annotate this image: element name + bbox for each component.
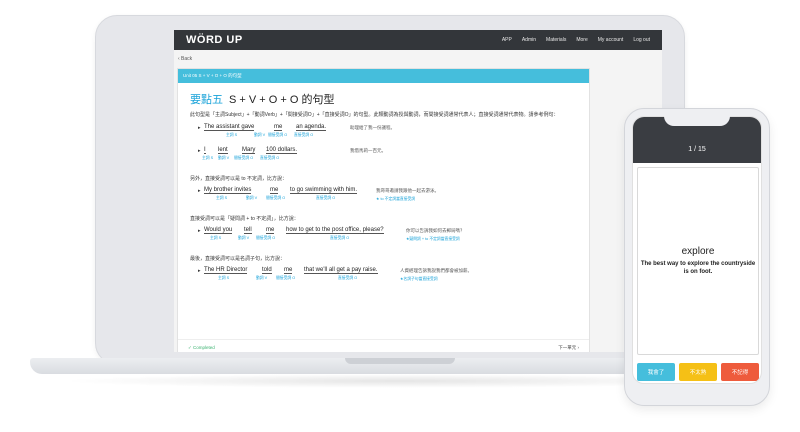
grammar-label: 直接受詞 O xyxy=(330,236,350,240)
know-button[interactable]: 我會了 xyxy=(637,363,675,381)
translation: 人資經理告訴我說我們都會被加薪。 xyxy=(400,268,472,273)
page-title: 要點五 S + V + O + O 的句型 xyxy=(190,91,577,107)
example-word: to go swimming with him. xyxy=(290,187,358,194)
section-text: 最後，直接受詞可以是名詞子句，比方說： xyxy=(190,256,286,262)
nav-link-more[interactable]: More xyxy=(576,37,587,43)
next-unit-link[interactable]: 下一單元 › xyxy=(558,345,579,351)
grammar-note: ★ to 不定詞當直接受詞 xyxy=(376,197,416,201)
lesson-footer: ✓ Completed 下一單元 › xyxy=(178,339,589,352)
grammar-label: 間接受詞 O xyxy=(234,156,254,160)
grammar-label: 動詞 V xyxy=(238,236,250,240)
grammar-label: 直接受詞 O xyxy=(260,156,280,160)
nav-links: APP Admin Materials More My account Log … xyxy=(502,37,650,43)
example-word: me xyxy=(266,227,275,234)
grammar-label: 動詞 V xyxy=(246,196,258,200)
example-word: My brother invites xyxy=(204,187,252,194)
laptop-base-notch xyxy=(345,358,455,364)
grammar-label: 間接受詞 O xyxy=(266,196,286,200)
example-word: I xyxy=(204,147,206,154)
completed-status[interactable]: ✓ Completed xyxy=(188,345,215,351)
bullet-icon: ▸ xyxy=(198,228,201,234)
phone-notch xyxy=(664,114,730,126)
lesson-card-header: Unit 05 S + V + O + O 的句型 xyxy=(178,69,589,83)
translation: 你可以告訴我如何去郵局嗎？ xyxy=(406,228,465,233)
title-pattern: S + V + O + O 的句型 xyxy=(229,94,335,106)
example-word: tell xyxy=(244,227,252,234)
unsure-button[interactable]: 不太熟 xyxy=(679,363,717,381)
grammar-label: 動詞 V xyxy=(254,133,266,137)
example-word: Mary xyxy=(242,147,256,154)
grammar-note: ★疑問詞 + to 不定詞當直接受詞 xyxy=(406,237,460,241)
example-word: The assistant gave xyxy=(204,124,255,131)
title-point: 要點五 xyxy=(190,94,223,106)
example-word: me xyxy=(284,267,293,274)
laptop-screen: WÖRD UP APP Admin Materials More My acco… xyxy=(174,30,662,352)
translation: 助理給了我一份議程。 xyxy=(350,125,395,130)
grammar-label: 動詞 V xyxy=(256,276,268,280)
example-sentence: ▸ My brother invites me to go swimming w… xyxy=(190,187,577,205)
section-text: 直接受詞可以是「疑問詞 + to 不定詞」，比方說： xyxy=(190,216,299,222)
grammar-label: 間接受詞 O xyxy=(276,276,296,280)
nav-link-logout[interactable]: Log out xyxy=(633,37,650,43)
flashcard-sentence: The best way to explore the countryside … xyxy=(640,261,756,275)
bullet-icon: ▸ xyxy=(198,125,201,131)
grammar-label: 動詞 V xyxy=(218,156,230,160)
example-sentence: ▸ I lent Mary 100 dollars. 主詞 S 動詞 V 間接受… xyxy=(190,147,577,165)
nav-link-admin[interactable]: Admin xyxy=(522,37,536,43)
lesson-card: Unit 05 S + V + O + O 的句型 要點五 S + V + O … xyxy=(177,68,590,352)
top-nav: WÖRD UP APP Admin Materials More My acco… xyxy=(174,30,662,50)
section-text: 另外，直接受詞可以是 to 不定詞，比方說： xyxy=(190,176,287,182)
grammar-label: 間接受詞 O xyxy=(256,236,276,240)
lesson-content: 要點五 S + V + O + O 的句型 此句型是「主詞Subject」+「動… xyxy=(178,83,589,285)
example-sentence: ▸ Would you tell me how to get to the po… xyxy=(190,227,577,245)
translation: 我哥哥邀請我跟他一起去游泳。 xyxy=(376,188,439,193)
example-word: 100 dollars. xyxy=(266,147,298,154)
bullet-icon: ▸ xyxy=(198,268,201,274)
forget-button[interactable]: 不記得 xyxy=(721,363,759,381)
nav-link-my-account[interactable]: My account xyxy=(598,37,624,43)
grammar-label: 直接受詞 O xyxy=(316,196,336,200)
intro-text: 此句型是「主詞Subject」+「動詞Verb」+「間接受詞O」+「直接受詞O」… xyxy=(190,112,559,118)
bullet-icon: ▸ xyxy=(198,188,201,194)
example-word: told xyxy=(262,267,272,274)
translation: 我借馬莉一百元。 xyxy=(350,148,386,153)
back-link[interactable]: ‹ Back xyxy=(174,50,662,62)
flashcard[interactable]: explore The best way to explore the coun… xyxy=(637,167,759,355)
nav-link-app[interactable]: APP xyxy=(502,37,512,43)
grammar-label: 主詞 S xyxy=(216,196,228,200)
example-word: how to get to the post office, please? xyxy=(286,227,384,234)
grammar-label: 主詞 S xyxy=(210,236,222,240)
stage: WÖRD UP APP Admin Materials More My acco… xyxy=(0,0,800,432)
example-word: Would you xyxy=(204,227,233,234)
example-word: that we'll all get a pay raise. xyxy=(304,267,378,274)
grammar-label: 間接受詞 O xyxy=(268,133,288,137)
example-word: The HR Director xyxy=(204,267,248,274)
example-word: me xyxy=(274,124,283,131)
example-word: lent xyxy=(218,147,228,154)
grammar-label: 直接受詞 O xyxy=(294,133,314,137)
example-sentence: ▸ The assistant gave me an agenda. 主詞 S … xyxy=(190,124,577,142)
example-word: me xyxy=(270,187,279,194)
example-sentence: ▸ The HR Director told me that we'll all… xyxy=(190,267,577,285)
answer-buttons: 我會了 不太熟 不記得 xyxy=(637,363,759,381)
logo[interactable]: WÖRD UP xyxy=(186,34,243,46)
grammar-label: 主詞 S xyxy=(226,133,238,137)
phone-screen: 1 / 15 explore The best way to explore t… xyxy=(632,116,762,384)
grammar-label: 直接受詞 O xyxy=(338,276,358,280)
example-word: an agenda. xyxy=(296,124,327,131)
flashcard-word: explore xyxy=(681,246,715,257)
bullet-icon: ▸ xyxy=(198,148,201,154)
grammar-label: 主詞 S xyxy=(218,276,230,280)
grammar-note: ★名詞子句當直接受詞 xyxy=(400,277,438,281)
nav-link-materials[interactable]: Materials xyxy=(546,37,566,43)
grammar-label: 主詞 S xyxy=(202,156,214,160)
